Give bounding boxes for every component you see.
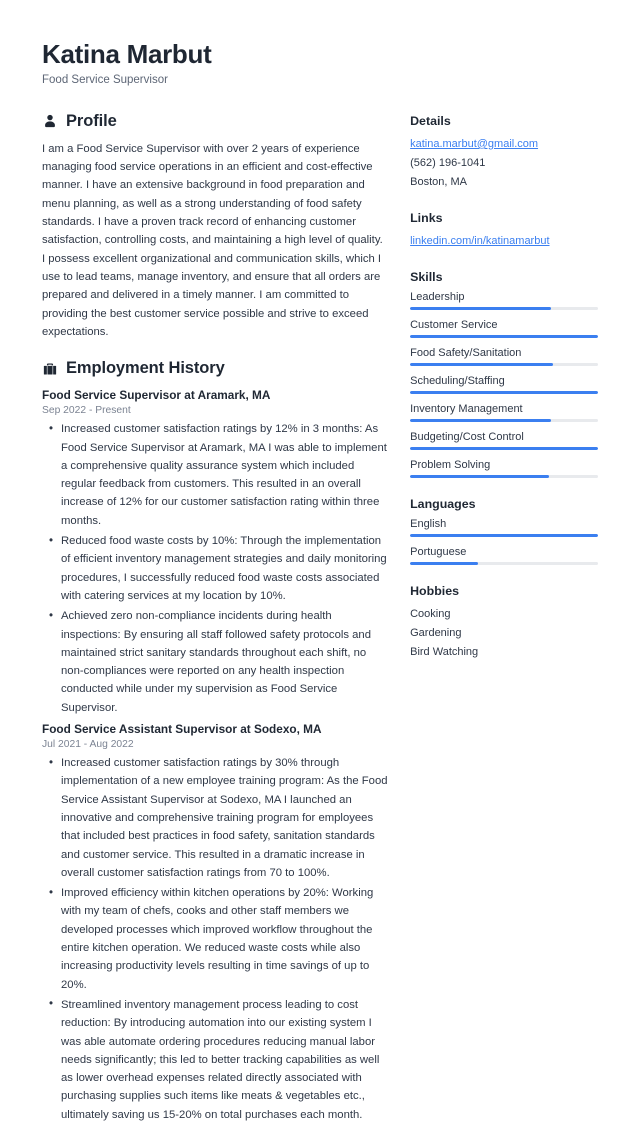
- skill-item: Inventory Management: [410, 403, 598, 422]
- job-bullet-list: Increased customer satisfaction ratings …: [42, 420, 388, 717]
- employment-entry: Food Service Supervisor at Aramark, MA S…: [42, 387, 388, 717]
- skill-label: Inventory Management: [410, 402, 523, 415]
- skill-label: Budgeting/Cost Control: [410, 430, 524, 443]
- skill-bar-fill: [410, 306, 552, 310]
- skill-bar-fill: [410, 362, 553, 366]
- profile-text: I am a Food Service Supervisor with over…: [42, 142, 383, 338]
- employment-section-title: Employment History: [66, 359, 225, 378]
- skills-title: Skills: [410, 269, 443, 284]
- job-bullet: Streamlined inventory management process…: [42, 995, 388, 1124]
- job-dates: Sep 2022 - Present: [42, 405, 131, 417]
- profile-section: Profile I am a Food Service Supervisor w…: [42, 112, 388, 341]
- job-bullet: Improved efficiency within kitchen opera…: [42, 884, 388, 994]
- language-bar-fill: [410, 533, 598, 537]
- candidate-job-title: Food Service Supervisor: [42, 73, 168, 86]
- skill-bar-track: [410, 334, 598, 338]
- email-link[interactable]: katina.marbut@gmail.com: [410, 135, 598, 154]
- skill-bar-track: [410, 474, 598, 478]
- hobbies-block: Hobbies Cooking Gardening Bird Watching: [410, 584, 598, 663]
- job-bullet: Achieved zero non-compliance incidents d…: [42, 607, 388, 717]
- skill-item: Problem Solving: [410, 459, 598, 478]
- phone-number: (562) 196-1041: [410, 156, 486, 169]
- skill-bar-track: [410, 446, 598, 450]
- hobby-item: Bird Watching: [410, 646, 479, 659]
- job-title: Food Service Supervisor at Aramark, MA: [42, 388, 271, 403]
- hobbies-title: Hobbies: [410, 583, 459, 598]
- skills-block: Skills Leadership Customer Service Food …: [410, 270, 598, 478]
- skill-bar-track: [410, 390, 598, 394]
- job-bullet: Increased customer satisfaction ratings …: [42, 420, 388, 530]
- skill-bar-track: [410, 362, 598, 366]
- skill-bar-track: [410, 306, 598, 310]
- skill-item: Customer Service: [410, 319, 598, 338]
- job-bullet-list: Increased customer satisfaction ratings …: [42, 754, 388, 1124]
- briefcase-icon: [42, 361, 57, 376]
- skill-bar-fill: [410, 474, 550, 478]
- employment-section-header: Employment History: [42, 359, 388, 378]
- links-block: Links linkedin.com/in/katinamarbut: [410, 211, 598, 251]
- user-icon: [42, 114, 57, 129]
- job-dates: Jul 2021 - Aug 2022: [42, 739, 134, 751]
- language-item: English: [410, 518, 598, 537]
- skill-label: Food Safety/Sanitation: [410, 346, 522, 359]
- hobby-item: Gardening: [410, 626, 462, 639]
- skill-bar-fill: [410, 334, 598, 338]
- skill-label: Leadership: [410, 290, 465, 303]
- employment-entry: Food Service Assistant Supervisor at Sod…: [42, 721, 388, 1124]
- job-bullet: Increased customer satisfaction ratings …: [42, 754, 388, 882]
- language-bar-fill: [410, 561, 478, 565]
- employment-section: Employment History Food Service Supervis…: [42, 359, 388, 1124]
- languages-title: Languages: [410, 496, 476, 511]
- skill-item: Scheduling/Staffing: [410, 375, 598, 394]
- candidate-name: Katina Marbut: [42, 39, 212, 69]
- skill-label: Problem Solving: [410, 458, 491, 471]
- hobby-item: Cooking: [410, 607, 451, 620]
- details-title: Details: [410, 113, 451, 128]
- languages-block: Languages English Portuguese: [410, 497, 598, 565]
- language-bar-track: [410, 561, 598, 565]
- skill-bar-fill: [410, 446, 598, 450]
- skill-bar-fill: [410, 418, 552, 422]
- linkedin-link[interactable]: linkedin.com/in/katinamarbut: [410, 232, 598, 251]
- location: Boston, MA: [410, 175, 467, 188]
- profile-section-title: Profile: [66, 111, 117, 130]
- job-bullet: Reduced food waste costs by 10%: Through…: [42, 532, 388, 605]
- resume-columns: Profile I am a Food Service Supervisor w…: [42, 112, 598, 1142]
- details-block: Details katina.marbut@gmail.com (562) 19…: [410, 114, 598, 192]
- skill-label: Scheduling/Staffing: [410, 374, 505, 387]
- main-column: Profile I am a Food Service Supervisor w…: [42, 112, 410, 1142]
- resume-header: Katina Marbut Food Service Supervisor: [42, 39, 598, 86]
- links-title: Links: [410, 210, 443, 225]
- job-title: Food Service Assistant Supervisor at Sod…: [42, 722, 322, 736]
- skill-bar-fill: [410, 390, 598, 394]
- profile-section-header: Profile: [42, 112, 388, 131]
- skill-label: Customer Service: [410, 318, 498, 331]
- skill-item: Food Safety/Sanitation: [410, 347, 598, 366]
- sidebar-column: Details katina.marbut@gmail.com (562) 19…: [410, 112, 598, 681]
- skill-bar-track: [410, 418, 598, 422]
- skill-item: Budgeting/Cost Control: [410, 431, 598, 450]
- language-label: Portuguese: [410, 545, 467, 558]
- skill-item: Leadership: [410, 291, 598, 310]
- language-bar-track: [410, 533, 598, 537]
- resume-page: Katina Marbut Food Service Supervisor Pr…: [0, 0, 640, 1121]
- language-label: English: [410, 517, 447, 530]
- language-item: Portuguese: [410, 546, 598, 565]
